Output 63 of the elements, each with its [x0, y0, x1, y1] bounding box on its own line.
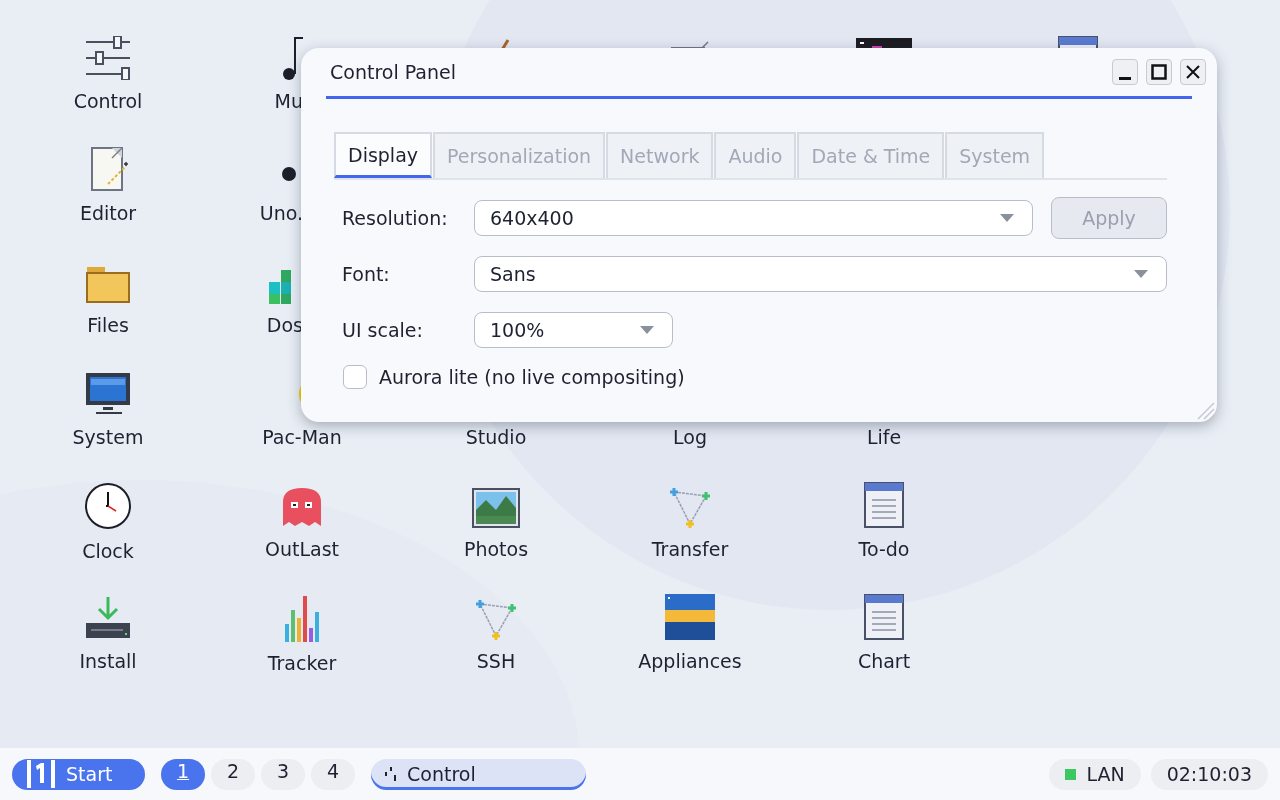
icon-label[interactable]: Life [866, 426, 902, 448]
close-icon [1185, 64, 1201, 80]
start-button[interactable]: Start [12, 758, 145, 790]
minimize-icon [1119, 76, 1131, 80]
caret-icon [1134, 270, 1148, 278]
icon-label[interactable]: System [72, 426, 144, 448]
icon-label[interactable]: Log [673, 426, 707, 448]
folder-icon[interactable] [85, 266, 131, 304]
icon-label[interactable]: Uno. [259, 202, 303, 224]
flag-icon[interactable] [665, 594, 715, 640]
ui-scale-dropdown[interactable]: 100% [474, 312, 673, 348]
start-logo-icon [26, 760, 56, 788]
icon-label[interactable]: To-do [858, 538, 910, 560]
checkbox[interactable] [343, 365, 367, 389]
caret-icon [640, 326, 654, 334]
tab[interactable]: Display [334, 132, 433, 178]
field-label: Font: [342, 263, 391, 285]
icon-label[interactable]: OutLast [265, 538, 339, 560]
field-label: Resolution: [342, 207, 449, 229]
icon-label[interactable]: Editor [79, 202, 137, 224]
icon-label[interactable]: Transfer [651, 538, 729, 560]
document-icon[interactable] [864, 482, 904, 528]
caret-icon [1000, 214, 1014, 222]
close-button[interactable] [1180, 59, 1206, 85]
triangle-nodes-icon[interactable] [474, 598, 518, 640]
icon-label[interactable]: Dos [266, 314, 303, 336]
icon-label[interactable]: Mu [274, 90, 303, 112]
icon-label[interactable]: Install [79, 650, 137, 672]
minimize-button[interactable] [1112, 59, 1138, 85]
icon-label[interactable]: Studio [465, 426, 527, 448]
icon-label[interactable]: Appliances [638, 650, 742, 672]
field-label: UI scale: [342, 319, 424, 341]
clock-icon[interactable] [84, 482, 132, 530]
sliders-icon [385, 767, 397, 781]
clock[interactable]: 02:10:03 [1150, 758, 1268, 790]
icon-label[interactable]: Tracker [267, 652, 337, 674]
triangle-nodes-icon[interactable] [668, 486, 712, 528]
icon-label[interactable]: SSH [476, 650, 516, 672]
workspace-button[interactable]: 4 [311, 758, 355, 790]
document-icon[interactable] [864, 594, 904, 640]
workspace-button[interactable]: 1 [161, 758, 205, 790]
resolution-dropdown[interactable]: 640x400 [474, 200, 1033, 236]
download-icon[interactable] [85, 596, 131, 640]
taskbar-task[interactable]: Control [371, 758, 586, 790]
photo-icon[interactable] [472, 488, 520, 528]
network-status[interactable]: LAN [1049, 758, 1141, 790]
icon-label[interactable]: Chart [857, 650, 911, 672]
sliders-icon[interactable] [84, 36, 132, 80]
checkbox-label[interactable]: Aurora lite (no live compositing) [379, 366, 685, 388]
bar-chart-icon[interactable] [283, 594, 321, 642]
icon-label[interactable]: Photos [463, 538, 529, 560]
maximize-button[interactable] [1146, 59, 1172, 85]
workspace-button[interactable]: 2 [211, 758, 255, 790]
ghost-icon[interactable] [281, 486, 323, 528]
icon-label[interactable]: Control [73, 90, 143, 112]
font-dropdown[interactable]: Sans [474, 256, 1167, 292]
icon-label[interactable]: Pac-Man [262, 426, 342, 448]
maximize-icon [1151, 64, 1167, 80]
window-title: Control Panel [329, 61, 457, 83]
icon-label[interactable]: Files [87, 314, 129, 336]
workspace-button[interactable]: 3 [261, 758, 305, 790]
icon-label[interactable]: Clock [82, 540, 134, 562]
monitor-icon[interactable] [85, 372, 131, 416]
